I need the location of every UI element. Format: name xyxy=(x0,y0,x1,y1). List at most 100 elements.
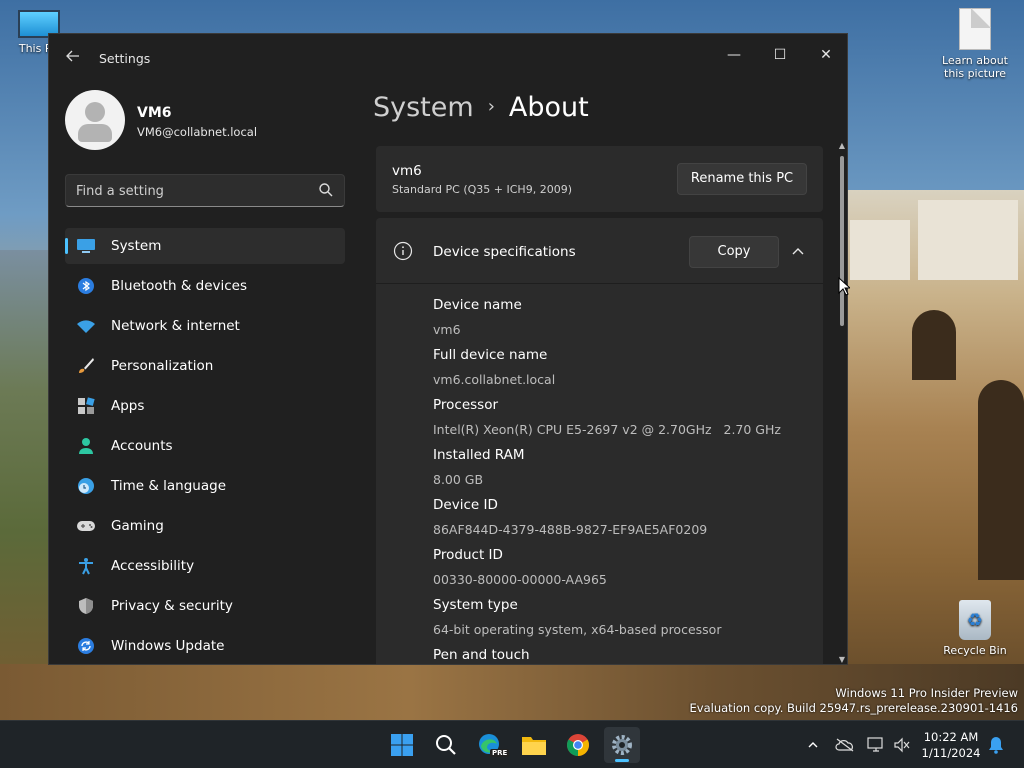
maximize-button[interactable]: ☐ xyxy=(757,40,803,70)
sidebar-item-label: Personalization xyxy=(111,358,214,374)
taskbar-file-explorer-button[interactable] xyxy=(516,727,552,763)
search-input[interactable] xyxy=(76,182,306,200)
spec-row: Device name vm6 xyxy=(433,296,813,346)
sidebar-item-accessibility[interactable]: Accessibility xyxy=(65,548,345,584)
sidebar-item-accounts[interactable]: Accounts xyxy=(65,428,345,464)
sidebar-item-bluetooth[interactable]: Bluetooth & devices xyxy=(65,268,345,304)
bluetooth-icon xyxy=(75,275,97,297)
clock-date: 1/11/2024 xyxy=(921,746,981,760)
spec-value: vm6 xyxy=(433,322,461,337)
back-button[interactable] xyxy=(63,48,83,68)
search-icon xyxy=(319,183,333,197)
spec-label: Processor xyxy=(433,397,499,413)
desktop-icon-learn-picture[interactable]: Learn about this picture xyxy=(940,8,1010,80)
accessibility-icon xyxy=(75,555,97,577)
avatar[interactable] xyxy=(65,90,125,150)
device-specifications-card: Device specifications Copy Device name v… xyxy=(376,218,823,664)
scroll-thumb[interactable] xyxy=(840,156,844,326)
taskbar-search-button[interactable] xyxy=(428,727,464,763)
spec-row: Full device name vm6.collabnet.local xyxy=(433,346,813,396)
sidebar-item-label: Network & internet xyxy=(111,318,240,334)
globe-clock-icon xyxy=(75,475,97,497)
sidebar-item-windows-update[interactable]: Windows Update xyxy=(65,628,345,664)
page-title: About xyxy=(508,92,589,123)
sidebar-item-label: Gaming xyxy=(111,518,164,534)
close-button[interactable]: ✕ xyxy=(803,40,847,70)
scroll-down-arrow-icon[interactable]: ▼ xyxy=(838,656,846,664)
scroll-up-arrow-icon[interactable]: ▲ xyxy=(838,142,846,150)
shield-icon xyxy=(75,595,97,617)
search-box[interactable] xyxy=(65,174,345,207)
rename-pc-button[interactable]: Rename this PC xyxy=(677,163,807,195)
network-status-icon[interactable] xyxy=(866,735,886,755)
clock-time: 10:22 AM xyxy=(923,730,979,744)
sidebar-item-label: Windows Update xyxy=(111,638,225,654)
chevron-right-icon: › xyxy=(487,96,495,117)
watermark-line-2: Evaluation copy. Build 25947.rs_prerelea… xyxy=(689,701,1018,715)
sidebar-item-label: Accessibility xyxy=(111,558,195,574)
device-specifications-header[interactable]: Device specifications Copy xyxy=(376,218,823,284)
avatar-body xyxy=(78,124,112,142)
content-scrollbar[interactable]: ▲ ▼ xyxy=(837,142,847,664)
title-bar[interactable]: Settings — ☐ ✕ xyxy=(49,34,847,82)
sidebar-item-label: Bluetooth & devices xyxy=(111,278,248,294)
device-specifications-list: Device name vm6 Full device name vm6.col… xyxy=(433,296,813,664)
sidebar-item-label: Accounts xyxy=(111,438,173,454)
minimize-button[interactable]: — xyxy=(711,40,757,70)
taskbar-settings-button[interactable] xyxy=(604,727,640,763)
desktop-icon-label: Recycle Bin xyxy=(943,644,1007,657)
pc-name-card: vm6 Standard PC (Q35 + ICH9, 2009) Renam… xyxy=(376,146,823,212)
copy-button[interactable]: Copy xyxy=(689,236,779,268)
windows-logo-icon xyxy=(391,734,413,756)
breadcrumb-parent[interactable]: System xyxy=(373,92,474,123)
brush-icon xyxy=(75,355,97,377)
gear-icon xyxy=(612,735,632,755)
taskbar-clock[interactable]: 10:22 AM 1/11/2024 xyxy=(920,729,982,761)
spec-value: 00330-80000-00000-AA965 xyxy=(433,572,607,587)
device-specifications-title: Device specifications xyxy=(433,244,576,260)
spec-value: 64-bit operating system, x64-based proce… xyxy=(433,622,722,637)
chevron-up-icon xyxy=(808,742,818,748)
chrome-icon xyxy=(567,734,589,756)
sidebar-item-label: Privacy & security xyxy=(111,598,233,614)
taskbar-chrome-button[interactable] xyxy=(560,727,596,763)
mouse-cursor-icon xyxy=(838,277,850,296)
sidebar-item-network[interactable]: Network & internet xyxy=(65,308,345,344)
settings-window: Settings — ☐ ✕ VM6 VM6@collabnet.local S… xyxy=(48,33,848,665)
sidebar-item-personalization[interactable]: Personalization xyxy=(65,348,345,384)
edge-pre-badge: PRE xyxy=(490,749,510,757)
user-name: VM6 xyxy=(137,105,172,121)
sidebar-item-system[interactable]: System xyxy=(65,228,345,264)
person-icon xyxy=(75,435,97,457)
sidebar-item-time-language[interactable]: Time & language xyxy=(65,468,345,504)
spec-label: Installed RAM xyxy=(433,447,525,463)
sidebar-item-label: System xyxy=(111,238,162,254)
windows-watermark: Windows 11 Pro Insider Preview Evaluatio… xyxy=(690,686,1018,716)
spec-value: Intel(R) Xeon(R) CPU E5-2697 v2 @ 2.70GH… xyxy=(433,422,781,437)
desktop-icon-recycle-bin[interactable]: ♻ Recycle Bin xyxy=(940,600,1010,657)
avatar-head xyxy=(85,102,105,122)
sidebar-nav: System Bluetooth & devices Network & int… xyxy=(65,228,345,664)
arrow-left-icon xyxy=(66,50,79,62)
pc-model: Standard PC (Q35 + ICH9, 2009) xyxy=(392,183,572,196)
sidebar-item-privacy-security[interactable]: Privacy & security xyxy=(65,588,345,624)
start-button[interactable] xyxy=(384,727,420,763)
spec-row: Pen and touch xyxy=(433,646,813,664)
show-hidden-icons-button[interactable] xyxy=(803,735,823,755)
spec-value: 8.00 GB xyxy=(433,472,484,487)
spec-row: Device ID 86AF844D-4379-488B-9827-EF9AE5… xyxy=(433,496,813,546)
spec-label: Full device name xyxy=(433,347,548,363)
chevron-up-icon[interactable] xyxy=(790,244,806,260)
taskbar: PRE 10:22 AM 1/11/2024 xyxy=(0,720,1024,768)
notification-bell-icon[interactable] xyxy=(986,735,1006,755)
taskbar-edge-button[interactable]: PRE xyxy=(472,727,510,763)
sidebar-item-apps[interactable]: Apps xyxy=(65,388,345,424)
app-title: Settings xyxy=(99,51,151,66)
onedrive-icon[interactable] xyxy=(835,735,855,755)
spec-row: Installed RAM 8.00 GB xyxy=(433,446,813,496)
update-icon xyxy=(75,635,97,657)
sidebar-item-gaming[interactable]: Gaming xyxy=(65,508,345,544)
active-app-indicator xyxy=(615,759,629,762)
apps-icon xyxy=(75,395,97,417)
volume-muted-icon[interactable] xyxy=(892,735,912,755)
